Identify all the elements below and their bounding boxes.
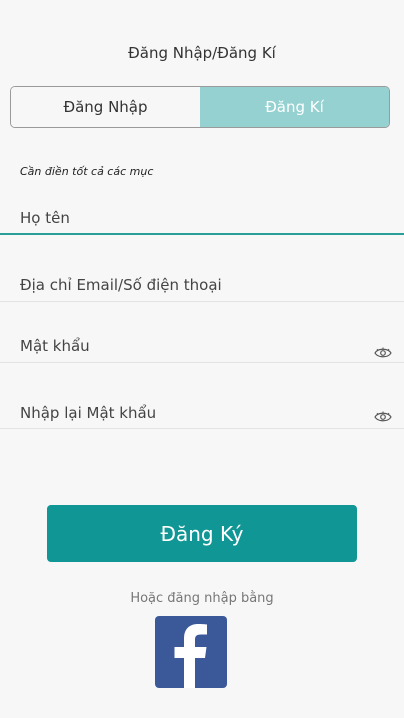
- full-name-input[interactable]: [20, 209, 360, 227]
- tab-register[interactable]: Đăng Kí: [200, 87, 389, 127]
- confirm-password-input[interactable]: [20, 404, 360, 422]
- register-button[interactable]: Đăng Ký: [47, 505, 357, 562]
- full-name-underline: [0, 233, 404, 235]
- confirm-password-underline: [0, 428, 404, 429]
- facebook-login-button[interactable]: [155, 616, 227, 688]
- facebook-icon: [174, 624, 207, 688]
- page-title: Đăng Nhập/Đăng Kí: [128, 44, 276, 62]
- auth-tabs: Đăng Nhập Đăng Kí: [10, 86, 390, 128]
- eye-icon[interactable]: [374, 347, 392, 359]
- email-phone-input[interactable]: [20, 276, 360, 294]
- password-underline: [0, 362, 404, 363]
- tab-login[interactable]: Đăng Nhập: [11, 87, 200, 127]
- password-input[interactable]: [20, 337, 360, 355]
- eye-icon[interactable]: [374, 411, 392, 423]
- email-phone-underline: [0, 301, 404, 302]
- alt-login-label: Hoặc đăng nhập bằng: [130, 591, 274, 606]
- form-note: Cần điền tốt cả các mục: [20, 165, 154, 178]
